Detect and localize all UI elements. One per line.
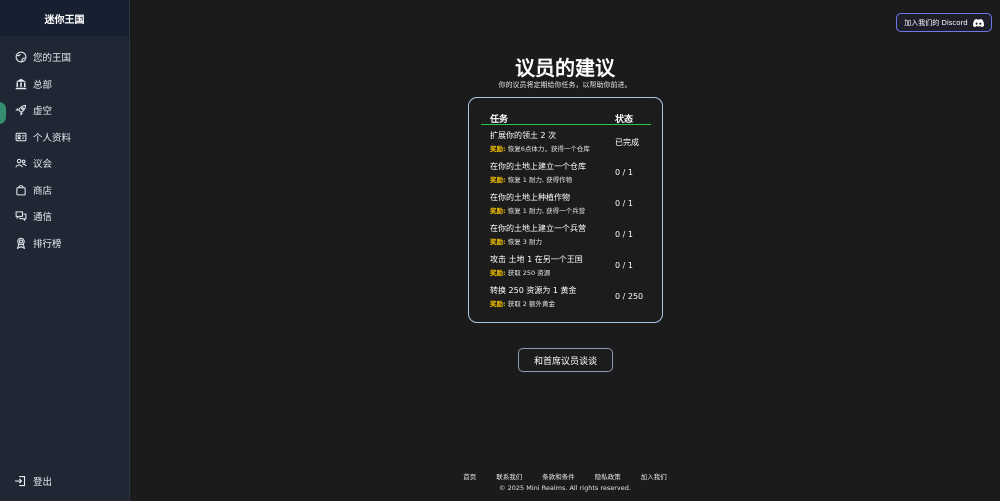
page-subtitle: 你的议员将定期给你任务，以帮助你前进。 [498, 81, 632, 89]
task-row: 攻击 土地 1 在另一个王国 奖励: 获取 250 资源 0 / 1 [490, 254, 660, 282]
logout-label: 登出 [33, 477, 53, 488]
award-icon [14, 236, 27, 249]
sidebar-item-kingdom[interactable]: 您的王国 [0, 44, 129, 71]
sidebar: 迷你王国 您的王国 总部 虚空 个人资料 议会 商店 通信 排行榜 登出 [0, 0, 130, 501]
reward-label: 奖励: [490, 145, 506, 153]
task-name: 扩展你的领土 2 次 [490, 131, 557, 140]
task-status: 已完成 [615, 138, 639, 147]
task-row: 扩展你的领土 2 次 奖励: 恢复6点体力，获得一个仓库 已完成 [490, 130, 660, 158]
footer-links: 首页 联系我们 条款和条件 隐私政策 加入我们 [130, 471, 1000, 481]
sidebar-item-label: 虚空 [33, 106, 53, 118]
task-name: 转换 250 资源为 1 黄金 [490, 286, 577, 295]
task-name: 在你的土地上种植作物 [490, 193, 570, 202]
sidebar-item-headquarters[interactable]: 总部 [0, 71, 129, 98]
task-status: 0 / 1 [615, 168, 633, 177]
task-status: 0 / 1 [615, 230, 633, 239]
task-reward: 奖励: 恢复 1 耐力, 获得一个兵营 [490, 205, 585, 215]
task-reward: 奖励: 获取 2 额外黄金 [490, 298, 555, 308]
sidebar-item-label: 议会 [33, 159, 53, 171]
reward-text: 恢复 3 耐力 [507, 238, 542, 246]
task-status: 0 / 250 [615, 292, 644, 301]
reward-text: 获取 250 资源 [507, 269, 551, 277]
copyright: © 2025 Mini Realms. All rights reserved. [499, 484, 631, 492]
rocket-icon [14, 104, 27, 117]
logout-icon [14, 475, 27, 488]
sidebar-item-label: 您的王国 [33, 53, 72, 65]
id-card-icon [14, 130, 27, 143]
sidebar-item-label: 个人资料 [33, 132, 72, 144]
reward-label: 奖励: [490, 300, 506, 308]
sidebar-item-leaderboard[interactable]: 排行榜 [0, 230, 129, 257]
reward-label: 奖励: [490, 269, 506, 277]
chat-icon [14, 210, 27, 223]
sidebar-nav: 您的王国 总部 虚空 个人资料 议会 商店 通信 排行榜 [0, 44, 129, 256]
task-row: 在你的土地上种植作物 奖励: 恢复 1 耐力, 获得一个兵营 0 / 1 [490, 192, 660, 220]
task-status: 0 / 1 [615, 261, 633, 270]
column-header-task: 任务 [490, 115, 509, 125]
reward-text: 恢复6点体力，获得一个仓库 [507, 145, 590, 153]
sidebar-item-void[interactable]: 虚空 [0, 97, 129, 124]
join-discord-label: 加入我们的 Discord [904, 18, 968, 27]
sidebar-item-messages[interactable]: 通信 [0, 203, 129, 230]
bank-icon [14, 77, 27, 90]
reward-label: 奖励: [490, 176, 506, 184]
task-row: 转换 250 资源为 1 黄金 奖励: 获取 2 额外黄金 0 / 250 [490, 285, 660, 313]
task-table-header: 任务 状态 [481, 109, 651, 125]
task-name: 在你的土地上建立一个仓库 [490, 162, 586, 171]
task-name: 攻击 土地 1 在另一个王国 [490, 255, 583, 264]
page-title: 议员的建议 [515, 56, 615, 80]
reward-text: 恢复 1 耐力, 获得作物 [507, 176, 573, 184]
footer-link-join[interactable]: 加入我们 [641, 471, 667, 481]
talk-to-chief-councilor-button[interactable]: 和首席议员谈谈 [518, 348, 613, 372]
sidebar-item-label: 商店 [33, 185, 53, 197]
sidebar-item-profile[interactable]: 个人资料 [0, 124, 129, 151]
column-header-status: 状态 [615, 115, 634, 125]
footer-link-terms[interactable]: 条款和条件 [542, 471, 575, 481]
discord-icon [972, 18, 984, 27]
task-reward: 奖励: 获取 250 资源 [490, 267, 550, 277]
people-icon [14, 157, 27, 170]
footer-link-privacy[interactable]: 隐私政策 [595, 471, 621, 481]
sidebar-item-label: 排行榜 [33, 238, 62, 250]
globe-icon [14, 51, 27, 64]
task-reward: 奖励: 恢复 3 耐力 [490, 236, 542, 246]
reward-label: 奖励: [490, 238, 506, 246]
shopping-bag-icon [14, 183, 27, 196]
task-card: 任务 状态 扩展你的领土 2 次 奖励: 恢复6点体力，获得一个仓库 已完成 在… [468, 97, 663, 323]
footer-link-contact[interactable]: 联系我们 [496, 471, 522, 481]
task-row: 在你的土地上建立一个仓库 奖励: 恢复 1 耐力, 获得作物 0 / 1 [490, 161, 660, 189]
sidebar-item-label: 通信 [33, 212, 53, 224]
task-reward: 奖励: 恢复6点体力，获得一个仓库 [490, 143, 590, 153]
reward-label: 奖励: [490, 207, 506, 215]
sidebar-item-label: 总部 [33, 79, 53, 91]
reward-text: 获取 2 额外黄金 [507, 300, 555, 308]
task-status: 0 / 1 [615, 199, 633, 208]
task-name: 在你的土地上建立一个兵营 [490, 224, 586, 233]
reward-text: 恢复 1 耐力, 获得一个兵营 [507, 207, 586, 215]
task-row: 在你的土地上建立一个兵营 奖励: 恢复 3 耐力 0 / 1 [490, 223, 660, 251]
footer-link-home[interactable]: 首页 [463, 471, 476, 481]
join-discord-button[interactable]: 加入我们的 Discord [896, 13, 992, 32]
app-title: 迷你王国 [0, 0, 129, 36]
logout-button[interactable]: 登出 [0, 470, 52, 492]
sidebar-item-council[interactable]: 议会 [0, 150, 129, 177]
sidebar-item-shop[interactable]: 商店 [0, 177, 129, 204]
task-reward: 奖励: 恢复 1 耐力, 获得作物 [490, 174, 572, 184]
